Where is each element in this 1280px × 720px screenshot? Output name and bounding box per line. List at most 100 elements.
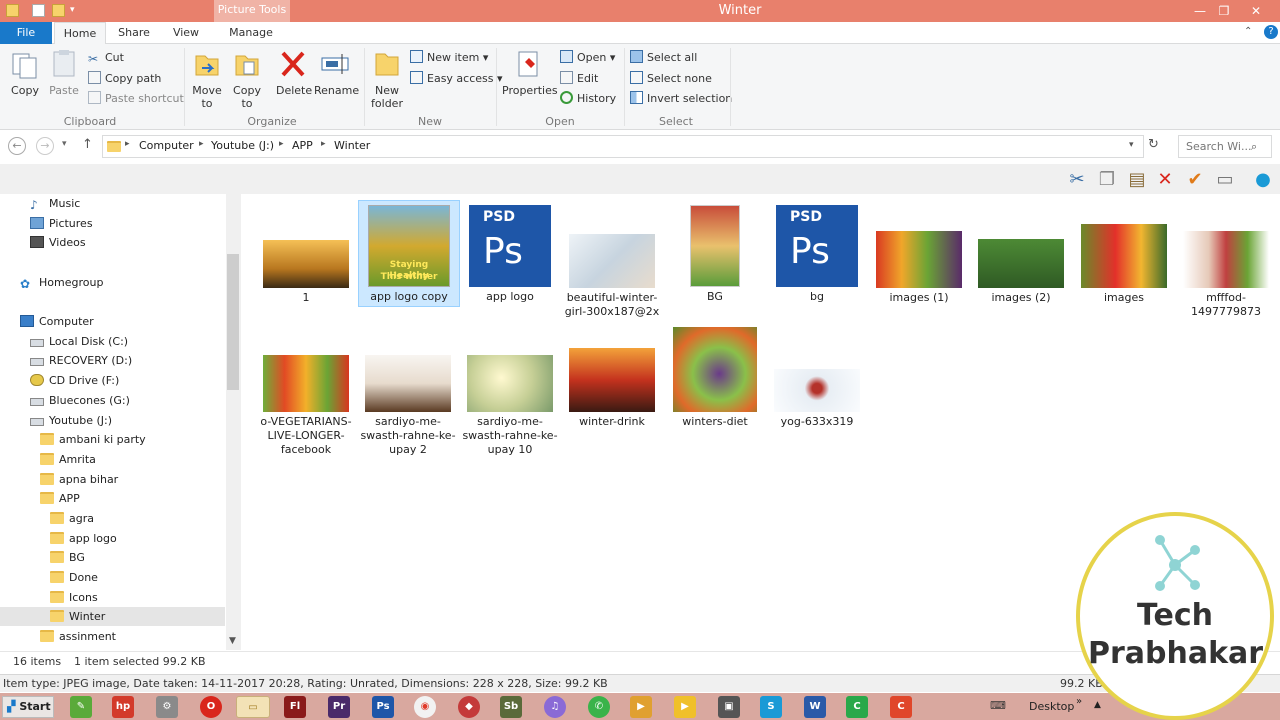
nav-item-winter[interactable]: Winter [0,607,225,626]
desktop-toolbar[interactable]: Desktop [1029,700,1074,713]
easy-access-button[interactable]: Easy access ▾ [410,70,503,88]
start-button[interactable]: ▞ Start [2,696,54,718]
nav-item-app-logo[interactable]: app logo [50,529,117,548]
tab-file[interactable]: File [0,22,52,44]
opera-icon[interactable]: O [200,696,222,718]
rename-button[interactable]: Rename [314,48,359,97]
photoshop-icon[interactable]: Ps [372,696,394,718]
nav-item-amrita[interactable]: Amrita [40,450,96,469]
nav-scrollbar[interactable] [226,194,241,650]
file-item[interactable]: mfffod-1497779873 [1176,231,1276,319]
nav-item-bluecones[interactable]: Bluecones (G:) [30,391,130,410]
close-button[interactable]: ✕ [1244,2,1268,20]
copy-icon[interactable]: ❐ [1096,169,1118,191]
address-bar[interactable]: ▸ Computer ▸ Youtube (J:) ▸ APP ▸ Winter… [102,135,1144,158]
premiere-icon[interactable]: Pr [328,696,350,718]
file-item-selected[interactable]: Staying Healthy This winter app logo cop… [358,200,460,307]
globe-icon[interactable]: ● [1252,169,1274,191]
file-item[interactable]: 1 [256,240,356,305]
forward-button[interactable]: → [36,137,54,155]
collapse-ribbon-icon[interactable]: ⌃ [1244,26,1252,37]
nav-item-videos[interactable]: Videos [30,233,86,252]
file-item[interactable]: PSD Ps bg [767,205,867,304]
itunes-icon[interactable]: ♫ [544,696,566,718]
breadcrumb-computer[interactable]: Computer [139,139,194,152]
app-icon-dark[interactable]: ▣ [718,696,740,718]
restore-button[interactable]: ❐ [1212,2,1236,20]
chrome-icon[interactable]: ◉ [414,696,436,718]
tab-share[interactable]: Share [112,22,156,44]
breadcrumb-youtube[interactable]: Youtube (J:) [211,139,274,152]
file-item[interactable]: sardiyo-me-swasth-rahne-ke-upay 10 [460,355,560,457]
paste-button[interactable]: Paste [48,48,80,97]
app-icon-red[interactable]: ◆ [458,696,480,718]
up-button[interactable]: ↑ [82,137,93,152]
file-item[interactable]: images [1074,224,1174,305]
file-item[interactable]: winters-diet [665,327,765,429]
copy-to-button[interactable]: Copy to [230,48,264,110]
keyboard-icon[interactable]: ⌨ [990,699,1006,712]
clipboard-icon[interactable]: ▤ [1126,169,1148,191]
file-item[interactable]: beautiful-winter-girl-300x187@2x [562,234,662,319]
select-all-button[interactable]: Select all [630,49,697,67]
rename-icon[interactable]: ▭ [1214,169,1236,191]
new-folder-button[interactable]: New folder [370,48,404,110]
select-none-button[interactable]: Select none [630,70,712,88]
skype-icon[interactable]: S [760,696,782,718]
hp-icon[interactable]: hp [112,696,134,718]
history-button[interactable]: History [560,90,616,108]
copy-path-button[interactable]: Copy path [88,70,161,88]
file-item[interactable]: BG [665,205,765,304]
flash-icon[interactable]: Fl [284,696,306,718]
tray-expand-icon[interactable]: ▲ [1094,700,1101,710]
checkmark-icon[interactable]: ✔ [1184,169,1206,191]
app-icon-c-green[interactable]: C [846,696,868,718]
media-icon[interactable]: ▶ [630,696,652,718]
refresh-icon[interactable]: ↻ [1148,137,1159,152]
delete-button[interactable]: Delete [276,48,312,97]
scroll-down-icon[interactable]: ▼ [229,636,236,646]
nav-item-music[interactable]: ♪ Music [30,194,80,213]
file-item[interactable]: images (2) [971,239,1071,305]
file-item[interactable]: images (1) [869,231,969,305]
search-input[interactable]: Search Wi... [1178,135,1272,158]
nav-item-computer[interactable]: Computer [20,312,94,331]
copy-button[interactable]: Copy [8,48,42,97]
paste-shortcut-button[interactable]: Paste shortcut [88,90,184,108]
file-item[interactable]: winter-drink [562,348,662,429]
invert-selection-button[interactable]: Invert selection [630,90,732,108]
nav-item-ambani[interactable]: ambani ki party [40,430,146,449]
tab-home[interactable]: Home [54,22,106,45]
tool-icon[interactable]: ⚙ [156,696,178,718]
nav-item-apna-bihar[interactable]: apna bihar [40,470,118,489]
address-dropdown-icon[interactable]: ▾ [1129,140,1134,150]
chevron-right-icon[interactable]: » [1076,696,1082,707]
nav-item-cd-drive[interactable]: CD Drive (F:) [30,371,119,390]
word-icon[interactable]: W [804,696,826,718]
nav-item-app[interactable]: APP [40,489,80,508]
move-to-button[interactable]: Move to [190,48,224,110]
nav-item-assinment[interactable]: assinment [40,627,116,646]
tab-view[interactable]: View [164,22,208,44]
app-icon-sb[interactable]: Sb [500,696,522,718]
nav-item-agra[interactable]: agra [50,509,94,528]
delete-icon[interactable]: ✕ [1154,169,1176,191]
new-folder-qat-icon[interactable] [52,4,65,17]
nav-item-homegroup[interactable]: ✿ Homegroup [20,273,103,292]
breadcrumb-winter[interactable]: Winter [334,139,370,152]
recent-locations-icon[interactable]: ▾ [62,139,67,149]
nav-item-local-disk[interactable]: Local Disk (C:) [30,332,128,351]
nav-item-bg[interactable]: BG [50,548,85,567]
nav-item-done[interactable]: Done [50,568,98,587]
folder-icon[interactable] [6,4,19,17]
file-item[interactable]: yog-633x319 [767,369,867,429]
edit-button[interactable]: Edit [560,70,598,88]
app-icon-green[interactable]: ✎ [70,696,92,718]
tab-manage[interactable]: Manage [222,22,280,44]
cut-button[interactable]: ✂ Cut [88,49,124,67]
minimize-button[interactable]: — [1188,2,1212,20]
new-item-button[interactable]: New item ▾ [410,49,488,67]
back-button[interactable]: ← [8,137,26,155]
open-button[interactable]: Open ▾ [560,49,615,67]
properties-qat-icon[interactable] [32,4,45,17]
